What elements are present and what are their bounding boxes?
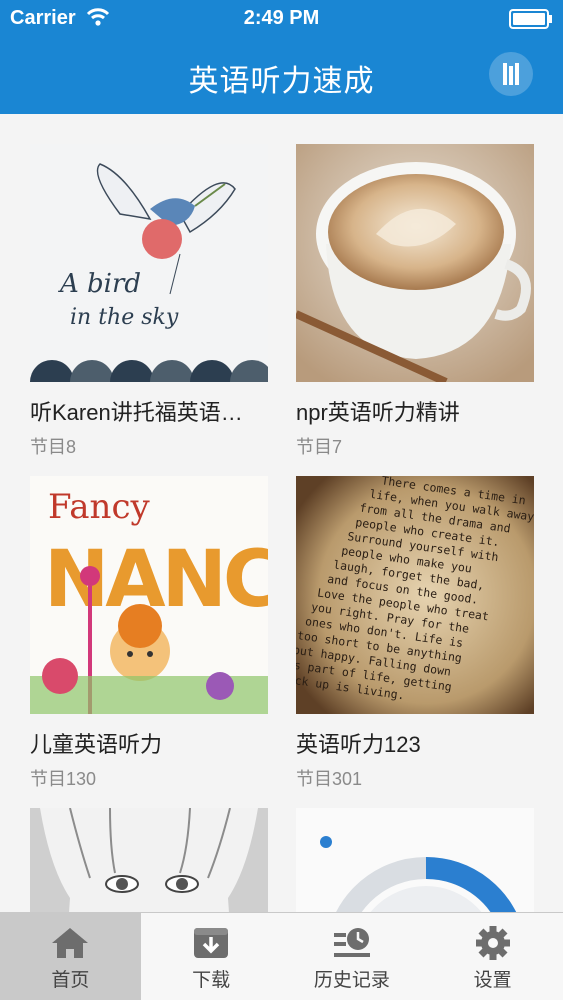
album-card[interactable]: There comes a time in life, when you wal… [296,476,534,791]
album-episode-count: 节目8 [30,437,77,457]
battery-icon [509,9,552,29]
tab-home[interactable]: 首页 [0,913,141,1000]
cover-text-line-1: Fancy [48,487,150,527]
album-cover-child-face [30,808,268,912]
clock: 2:49 PM [243,7,320,29]
nav-bar: 英语听力速成 [0,38,563,114]
cover-text-line-2: in the sky [70,305,179,330]
album-episode-count: 节目7 [296,437,343,457]
album-card[interactable]: A bird in the sky 听Karen讲托福英语… 节目8 [30,144,268,459]
album-card[interactable] [296,808,534,912]
page-title: 英语听力速成 [188,65,375,98]
tab-history-label: 历史记录 [313,970,390,991]
tab-history[interactable]: 历史记录 [282,913,423,1000]
album-title: 英语听力123 [296,732,421,757]
history-icon [333,928,370,957]
album-card[interactable]: Fancy NANCY 儿童英语听力 节目130 [30,476,268,791]
album-cover-quote-paper: There comes a time in life, when you wal… [296,476,534,714]
album-card[interactable] [30,808,268,912]
tab-settings[interactable]: 设置 [422,913,563,1000]
album-cover-progress-graphic [296,808,534,912]
album-title: npr英语听力精讲 [296,400,460,425]
album-cover-bird: A bird in the sky [30,144,268,382]
album-title: 听Karen讲托福英语… [30,400,243,425]
audio-bars-icon [503,63,519,85]
home-icon [52,928,89,958]
gear-icon [475,926,510,960]
album-card[interactable]: npr英语听力精讲 节目7 [296,144,534,459]
tab-download[interactable]: 下载 [141,913,282,1000]
status-bar: Carrier 2:49 PM [0,0,563,38]
cover-text-line-1: A bird [58,269,141,299]
album-episode-count: 节目130 [30,769,97,789]
album-cover-fancy-nancy: Fancy NANCY [30,476,268,714]
tab-download-label: 下载 [192,970,231,991]
now-playing-button[interactable] [489,52,533,96]
tab-home-label: 首页 [51,970,90,991]
download-icon [194,928,229,958]
album-title: 儿童英语听力 [30,732,163,757]
tab-bar: 首页 下载 历史记录 设置 [0,912,563,1000]
album-grid: A bird in the sky 听Karen讲托福英语… 节目8 npr英语… [0,114,563,912]
tab-settings-label: 设置 [473,970,512,991]
album-cover-coffee [296,144,534,382]
album-episode-count: 节目301 [296,769,363,789]
